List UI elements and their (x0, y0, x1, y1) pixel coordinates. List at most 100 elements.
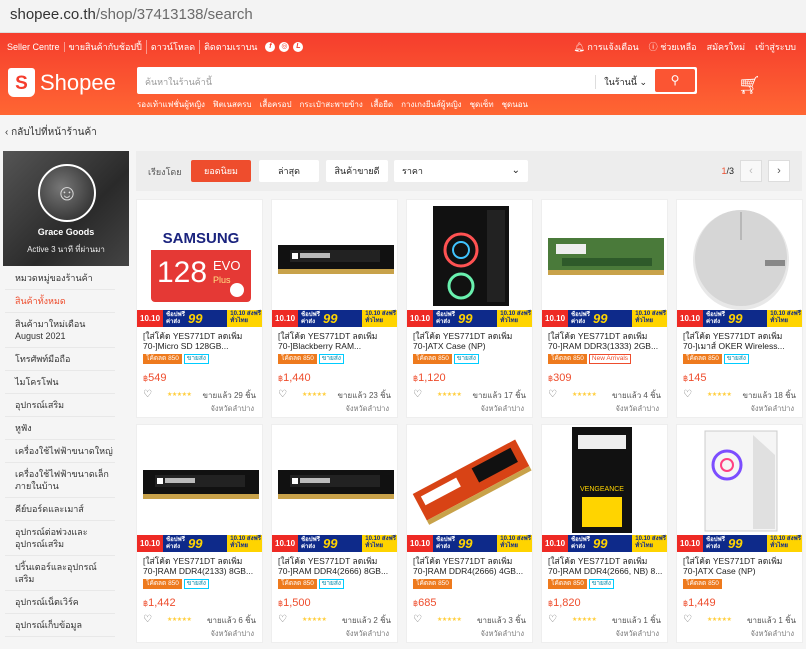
category-item[interactable]: เครื่องใช้ไฟฟ้าขนาดใหญ่ (5, 440, 115, 463)
mini-pager: 1/3 ‹ › (721, 160, 790, 182)
heart-icon[interactable]: ♡ (278, 389, 287, 400)
product-card[interactable]: 10.10 ช้อปฟรี ค่าส่ง 99 10.10 ส่งฟรี ทั่วไทย [… (136, 424, 263, 643)
category-item[interactable]: โทรศัพท์มือถือ (5, 348, 115, 371)
sort-bestseller-button[interactable]: สินค้าขายดี (326, 160, 388, 182)
category-item[interactable]: อุปกรณ์เน็ตเวิร์ค (5, 591, 115, 614)
product-card[interactable]: 10.10 ช้อปฟรี ค่าส่ง 99 10.10 ส่งฟรี ทั่วไทย [… (541, 199, 668, 418)
category-item[interactable]: ไมโครโฟน (5, 371, 115, 394)
category-item[interactable]: ปริ้นเตอร์และอุปกรณ์เสริม (5, 556, 115, 591)
heart-icon[interactable]: ♡ (278, 614, 287, 625)
product-image (137, 425, 262, 535)
product-image (272, 425, 397, 535)
promo-right2: ทั่วไทย (770, 318, 789, 324)
next-page-button[interactable]: › (768, 160, 790, 182)
heart-icon[interactable]: ♡ (683, 389, 692, 400)
shop-card[interactable]: ☺ Grace Goods Active 3 นาที ที่ผ่านมา (3, 151, 129, 266)
search-hint-link[interactable]: ชุดนอน (502, 98, 528, 111)
category-item[interactable]: คีย์บอร์ดและเมาส์ (5, 498, 115, 521)
sell-link[interactable]: ขายสินค้ากับช้อปปี้ (65, 40, 147, 54)
heart-icon[interactable]: ♡ (683, 614, 692, 625)
promo-right1: 10.10 ส่งฟรี (365, 536, 396, 542)
product-card[interactable]: 10.10 ช้อปฟรี ค่าส่ง 99 10.10 ส่งฟรี ทั่วไทย [… (406, 199, 533, 418)
product-location: จังหวัดลำปาง (345, 629, 389, 638)
heart-icon[interactable]: ♡ (143, 614, 152, 625)
promo-line1: ช้อปฟรี (706, 311, 725, 318)
category-item[interactable]: เครื่องใช้ไฟฟ้าขนาดเล็กภายในบ้าน (5, 463, 115, 498)
url-host: shopee.co.th (10, 6, 96, 23)
product-tag-badge: ขายส่ง (183, 354, 209, 364)
discount-code-badge: โค้ดลด 850 (548, 354, 587, 364)
shop-active-status: Active 3 นาที ที่ผ่านมา (27, 245, 105, 254)
category-item[interactable]: หูฟัง (5, 417, 115, 440)
bell-icon: 🔔︎ (573, 42, 585, 52)
instagram-icon[interactable]: ◎ (279, 42, 290, 52)
help-link[interactable]: ⓘ ช่วยเหลือ (649, 40, 697, 54)
product-tag-badge: ขายส่ง (588, 579, 614, 589)
category-item[interactable]: อุปกรณ์ต่อพ่วงและอุปกรณ์เสริม (5, 521, 115, 556)
search-hint-link[interactable]: รองเท้าแฟชั่นผู้หญิง (137, 98, 205, 111)
category-item[interactable]: สินค้าทั้งหมด (5, 290, 115, 313)
back-to-shop-link[interactable]: ‹ กลับไปที่หน้าร้านค้า (5, 125, 97, 140)
search-hints: รองเท้าแฟชั่นผู้หญิง ฟิตเนสครบ เสื้อครอป กร… (137, 98, 528, 111)
product-card[interactable]: VENGEANCE 10.10 ช้อปฟรี ค่าส่ง 99 10.10 ส่งฟร… (541, 424, 668, 643)
signup-link[interactable]: สมัครใหม่ (707, 40, 746, 54)
product-location: จังหวัดลำปาง (750, 629, 794, 638)
search-hint-link[interactable]: ชุดเซ็ท (470, 98, 494, 111)
help-icon: ⓘ (648, 42, 658, 52)
shopee-logo[interactable]: S Shopee (8, 68, 116, 97)
product-badges: โค้ดลด 850 ขายส่ง (278, 579, 344, 589)
heart-icon[interactable]: ♡ (413, 614, 422, 625)
search-hint-link[interactable]: กางเกงยีนส์ผู้หญิง (401, 98, 461, 111)
url-path: /shop/37413138/search (95, 6, 253, 23)
sort-popular-button[interactable]: ยอดนิยม (191, 160, 251, 182)
product-location: จังหวัดลำปาง (615, 629, 659, 638)
heart-icon[interactable]: ♡ (548, 614, 557, 625)
search-button[interactable]: ⚲ (655, 69, 695, 92)
rating-stars: ★★★★★ (707, 617, 732, 623)
sort-price-select[interactable]: ราคา ⌄ (394, 160, 528, 182)
product-title: [ใส่โค้ด YES771DT ลดเพิ่ม 70-]ATX Case (… (413, 331, 513, 351)
heart-icon[interactable]: ♡ (413, 389, 422, 400)
product-card[interactable]: 10.10 ช้อปฟรี ค่าส่ง 99 10.10 ส่งฟรี ทั่วไทย [… (676, 424, 803, 643)
promo-right1: 10.10 ส่งฟรี (500, 536, 531, 542)
product-card[interactable]: 10.10 ช้อปฟรี ค่าส่ง 99 10.10 ส่งฟรี ทั่วไทย [… (406, 424, 533, 643)
shop-name: Grace Goods (37, 227, 95, 237)
heart-icon[interactable]: ♡ (548, 389, 557, 400)
prev-page-button[interactable]: ‹ (740, 160, 762, 182)
help-label: ช่วยเหลือ (660, 42, 697, 52)
price-value: 1,442 (148, 597, 176, 609)
cart-icon[interactable]: 🛒︎ (738, 75, 761, 96)
notification-link[interactable]: 🔔︎ การแจ้งเตือน (573, 40, 638, 54)
sort-latest-button[interactable]: ล่าสุด (259, 160, 319, 182)
search-hint-link[interactable]: กระเป๋าสะพายข้าง (300, 98, 363, 111)
search-hint-link[interactable]: ฟิตเนสครบ (213, 98, 252, 111)
line-icon[interactable]: L (293, 42, 304, 52)
category-item[interactable]: สินค้ามาใหม่เดือน August 2021 (5, 313, 115, 348)
heart-icon[interactable]: ♡ (143, 389, 152, 400)
product-card[interactable]: 10.10 ช้อปฟรี ค่าส่ง 99 10.10 ส่งฟรี ทั่วไทย [… (271, 199, 398, 418)
login-link[interactable]: เข้าสู่ระบบ (755, 40, 796, 54)
category-item[interactable]: อุปกรณ์เก็บข้อมูล (5, 614, 115, 637)
promo-right1: 10.10 ส่งฟรี (365, 311, 396, 317)
promo-line1: ช้อปฟรี (571, 536, 590, 543)
search-hint-link[interactable]: เสื้อยืด (371, 98, 393, 111)
product-card[interactable]: SAMSUNG 128 EVO Plus 10.10 ช้อปฟรี ค่าส่ง 99 10.… (136, 199, 263, 418)
promo-right2: ทั่วไทย (500, 318, 519, 324)
product-price: ฿1,449 (683, 597, 716, 609)
rating-stars: ★★★★★ (437, 617, 462, 623)
product-card[interactable]: 10.10 ช้อปฟรี ค่าส่ง 99 10.10 ส่งฟรี ทั่วไทย [… (676, 199, 803, 418)
rating-stars: ★★★★★ (707, 392, 732, 398)
category-item[interactable]: อุปกรณ์เสริม (5, 394, 115, 417)
promo-banner: 10.10 ช้อปฟรี ค่าส่ง 99 10.10 ส่งฟรี ทั่วไทย (407, 535, 532, 552)
search-input[interactable]: ค้นหาในร้านค้านี้ (145, 75, 212, 89)
search-scope-select[interactable]: ในร้านนี้ ⌄ (595, 75, 647, 89)
seller-centre-link[interactable]: Seller Centre (7, 42, 65, 52)
product-location: จังหวัดลำปาง (210, 629, 254, 638)
facebook-icon[interactable]: f (265, 42, 276, 52)
address-bar[interactable]: shopee.co.th/shop/37413138/search (0, 0, 806, 33)
product-card[interactable]: 10.10 ช้อปฟรี ค่าส่ง 99 10.10 ส่งฟรี ทั่วไทย [… (271, 424, 398, 643)
search-hint-link[interactable]: เสื้อครอป (260, 98, 292, 111)
discount-code-badge: โค้ดลด 850 (683, 354, 722, 364)
product-title: [ใส่โค้ด YES771DT ลดเพิ่ม 70-]RAM DDR4(2… (143, 556, 254, 576)
download-link[interactable]: ดาวน์โหลด (147, 40, 201, 54)
